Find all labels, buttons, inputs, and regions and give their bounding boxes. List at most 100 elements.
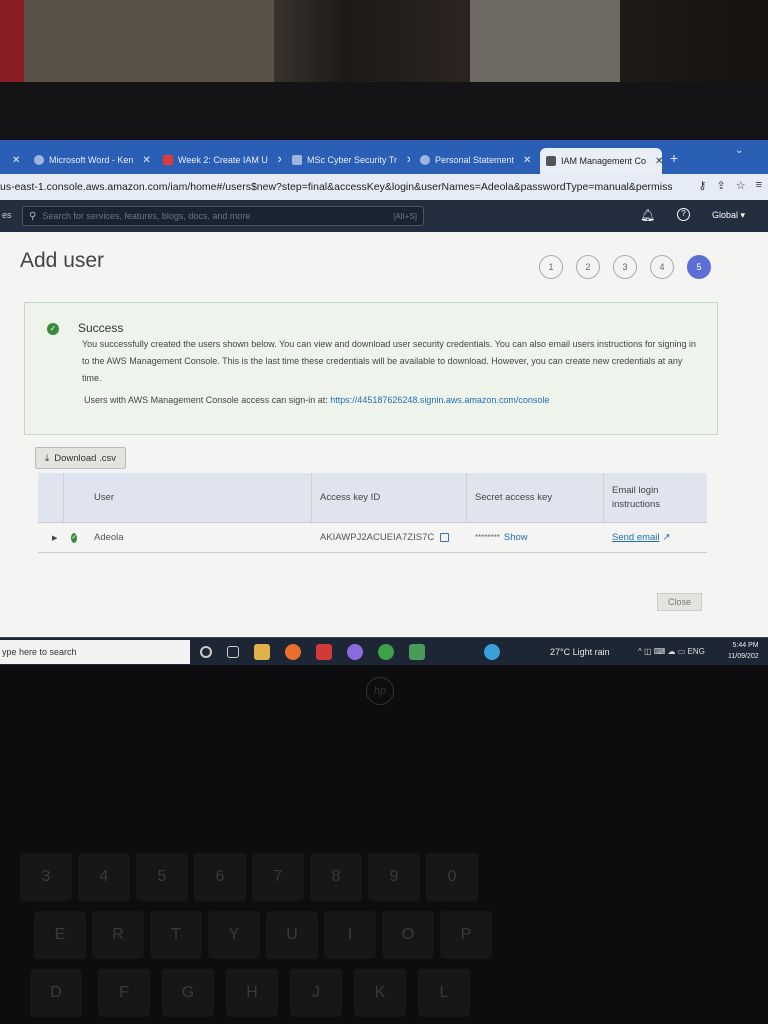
credentials-table: User Access key ID Secret access key Ema…	[38, 473, 707, 553]
tab-fragment[interactable]: ✕	[2, 149, 24, 171]
download-icon: ⤓	[45, 452, 50, 464]
key-5: 5	[136, 853, 188, 901]
taskbar-search-input[interactable]: ype here to search	[0, 640, 190, 664]
table-header: User Access key ID Secret access key Ema…	[38, 473, 707, 523]
task-view-icon[interactable]	[227, 646, 239, 658]
shield-icon	[292, 155, 302, 165]
menu-icon[interactable]: ≡	[756, 179, 762, 192]
background-object	[470, 0, 620, 82]
cell-secret-key: ******** Show	[467, 532, 604, 543]
star-icon[interactable]: ☆	[736, 179, 746, 192]
key-6: 6	[194, 853, 246, 901]
key-7: 7	[252, 853, 304, 901]
step-3[interactable]: 3	[613, 255, 637, 279]
tab-personal-statement[interactable]: Personal Statement ✕	[414, 149, 538, 171]
signin-url-link[interactable]: https://445187626248.signin.aws.amazon.c…	[330, 395, 549, 405]
key-icon[interactable]: ⚷	[698, 179, 706, 192]
tab-week2[interactable]: Week 2: Create IAM U ✕	[157, 149, 281, 171]
cell-access-key: AKIAWPJ2ACUEIA7ZIS7C	[312, 532, 467, 543]
weather-widget[interactable]: 27°C Light rain	[550, 647, 610, 657]
key-0: 0	[426, 853, 478, 901]
close-icon[interactable]: ✕	[277, 155, 281, 166]
tab-word[interactable]: Microsoft Word - Ken ✕	[28, 149, 152, 171]
row-controls: ▶ ✓	[38, 532, 78, 543]
key-k: K	[354, 969, 406, 1017]
services-fragment[interactable]: es	[2, 210, 12, 220]
globe-icon	[420, 155, 430, 165]
key-r: R	[92, 911, 144, 959]
tab-label: Microsoft Word - Ken	[49, 155, 134, 165]
background-wall	[24, 0, 274, 82]
taskbar-clock[interactable]: 5:44 PM 11/09/202	[728, 640, 759, 662]
close-button[interactable]: Close	[657, 593, 703, 611]
copy-icon[interactable]	[440, 533, 450, 542]
address-bar[interactable]: us-east-1.console.aws.amazon.com/iam/hom…	[0, 174, 768, 200]
download-csv-button[interactable]: ⤓ Download .csv	[35, 447, 126, 469]
key-t: T	[150, 911, 202, 959]
show-secret-link[interactable]: Show	[504, 532, 528, 543]
cell-email: Send email ↗	[604, 532, 707, 543]
search-input[interactable]: ⚲ Search for services, features, blogs, …	[22, 206, 424, 226]
key-y: Y	[208, 911, 260, 959]
table-row: ▶ ✓ Adeola AKIAWPJ2ACUEIA7ZIS7C ********…	[38, 523, 707, 553]
step-4[interactable]: 4	[650, 255, 674, 279]
search-icon: ⚲	[29, 210, 37, 222]
check-circle-icon: ✓	[47, 323, 59, 335]
header-access-key-id: Access key ID	[312, 473, 467, 522]
tab-iam-management[interactable]: IAM Management Co ✕	[540, 148, 662, 174]
tab-msc[interactable]: MSc Cyber Security Tr ✕	[286, 149, 410, 171]
step-5[interactable]: 5	[687, 255, 711, 279]
success-alert: ✓ Success You successfully created the u…	[24, 302, 718, 435]
page-title: Add user	[20, 249, 105, 272]
help-icon[interactable]: ?	[677, 208, 690, 221]
key-e: E	[34, 911, 86, 959]
close-icon[interactable]: ✕	[406, 155, 410, 166]
tab-label: Personal Statement	[435, 155, 515, 165]
key-d: D	[30, 969, 82, 1017]
new-tab-icon[interactable]: +	[670, 150, 678, 166]
header-expand-col	[38, 473, 64, 522]
youtube-icon	[163, 155, 173, 165]
hp-logo: hp	[366, 677, 394, 705]
system-tray[interactable]: ^ ◫ ⌨ ☁ ▭ ENG	[638, 647, 705, 656]
language-indicator[interactable]: ENG	[688, 647, 705, 656]
share-icon[interactable]: ⇪	[716, 179, 725, 192]
step-2[interactable]: 2	[576, 255, 600, 279]
expand-caret-icon[interactable]: ▶	[52, 534, 57, 542]
success-title: Success	[78, 321, 124, 335]
chrome-icon[interactable]	[378, 644, 394, 660]
wizard-steps: 1 2 3 4 5	[539, 255, 711, 279]
key-i: I	[324, 911, 376, 959]
region-selector[interactable]: Global ▾	[712, 210, 745, 221]
app-icon[interactable]	[484, 644, 500, 660]
firefox-icon[interactable]	[285, 644, 301, 660]
clock-time: 5:44 PM	[732, 642, 759, 649]
chrome-icon[interactable]	[409, 644, 425, 660]
url-text[interactable]: us-east-1.console.aws.amazon.com/iam/hom…	[0, 181, 672, 193]
key-l: L	[418, 969, 470, 1017]
signin-prefix: Users with AWS Management Console access…	[84, 395, 328, 405]
chevron-down-icon[interactable]: ⌄	[735, 145, 743, 156]
bell-icon[interactable]: 🔔︎	[640, 208, 655, 222]
close-icon[interactable]: ✕	[655, 156, 662, 167]
key-4: 4	[78, 853, 130, 901]
app-icon[interactable]	[316, 644, 332, 660]
success-message: You successfully created the users shown…	[82, 339, 697, 383]
file-explorer-icon[interactable]	[254, 644, 270, 660]
app-icon[interactable]	[347, 644, 363, 660]
header-user: User	[64, 473, 312, 522]
key-8: 8	[310, 853, 362, 901]
step-1[interactable]: 1	[539, 255, 563, 279]
send-email-link[interactable]: Send email	[612, 532, 660, 543]
key-j: J	[290, 969, 342, 1017]
close-icon[interactable]: ✕	[12, 155, 20, 166]
signin-info: Users with AWS Management Console access…	[84, 395, 549, 405]
key-o: O	[382, 911, 434, 959]
taskbar-apps	[200, 644, 500, 660]
close-icon[interactable]: ✕	[142, 155, 150, 166]
key-h: H	[226, 969, 278, 1017]
close-icon[interactable]: ✕	[523, 155, 531, 166]
cortana-icon[interactable]	[200, 646, 212, 658]
key-f: F	[98, 969, 150, 1017]
globe-icon	[34, 155, 44, 165]
